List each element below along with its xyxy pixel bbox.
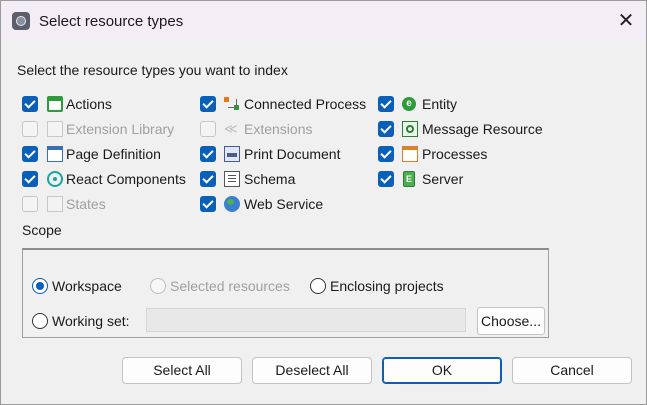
label-print-document: Print Document bbox=[244, 146, 341, 162]
checkbox-schema[interactable] bbox=[200, 171, 216, 187]
react-components-icon bbox=[47, 171, 63, 187]
checkbox-extension-library bbox=[22, 121, 38, 137]
extension-library-icon bbox=[47, 121, 63, 137]
processes-icon bbox=[402, 146, 418, 162]
enclosing-projects-radio[interactable] bbox=[310, 278, 326, 294]
label-react-components: React Components bbox=[66, 171, 186, 187]
workspace-label: Workspace bbox=[52, 278, 122, 294]
dialog-title: Select resource types bbox=[39, 13, 184, 30]
label-web-service: Web Service bbox=[244, 196, 324, 212]
label-extension-library: Extension Library bbox=[66, 121, 175, 137]
states-icon bbox=[47, 196, 63, 212]
checkbox-states bbox=[22, 196, 38, 212]
instruction-text: Select the resource types you want to in… bbox=[17, 62, 288, 78]
connected-process-icon bbox=[224, 96, 240, 112]
checkbox-web-service[interactable] bbox=[200, 196, 216, 212]
workspace-radio[interactable] bbox=[32, 278, 48, 294]
close-icon[interactable]: ✕ bbox=[613, 8, 639, 34]
title-bar: Select resource types ✕ bbox=[1, 1, 646, 42]
label-schema: Schema bbox=[244, 171, 296, 187]
page-definition-icon bbox=[47, 146, 63, 162]
checkbox-react-components[interactable] bbox=[22, 171, 38, 187]
checkbox-actions[interactable] bbox=[22, 96, 38, 112]
message-resource-icon bbox=[402, 121, 418, 137]
label-entity: Entity bbox=[422, 96, 458, 112]
select-all-button[interactable]: Select All bbox=[122, 357, 242, 384]
checkbox-processes[interactable] bbox=[378, 146, 394, 162]
enclosing-projects-label: Enclosing projects bbox=[330, 278, 444, 294]
checkbox-connected-process[interactable] bbox=[200, 96, 216, 112]
select-resource-types-dialog: Select resource types ✕ Select the resou… bbox=[0, 0, 647, 405]
label-message-resource: Message Resource bbox=[422, 121, 543, 137]
label-extensions: Extensions bbox=[244, 121, 313, 137]
working-set-radio[interactable] bbox=[32, 313, 48, 329]
server-icon: E bbox=[403, 171, 415, 187]
working-set-field bbox=[146, 308, 466, 332]
print-document-icon bbox=[224, 146, 240, 162]
checkbox-server[interactable] bbox=[378, 171, 394, 187]
choose-button[interactable]: Choose... bbox=[477, 307, 545, 335]
label-processes: Processes bbox=[422, 146, 488, 162]
label-actions: Actions bbox=[66, 96, 112, 112]
schema-icon bbox=[224, 171, 240, 187]
actions-icon bbox=[47, 96, 63, 112]
cancel-button[interactable]: Cancel bbox=[512, 357, 632, 384]
label-states: States bbox=[66, 196, 106, 212]
checkbox-page-definition[interactable] bbox=[22, 146, 38, 162]
working-set-label: Working set: bbox=[52, 313, 130, 329]
deselect-all-button[interactable]: Deselect All bbox=[252, 357, 372, 384]
selected-resources-radio bbox=[150, 278, 166, 294]
selected-resources-label: Selected resources bbox=[170, 278, 290, 294]
extensions-icon: ≪ bbox=[224, 121, 238, 136]
web-service-icon bbox=[224, 196, 240, 212]
scope-label: Scope bbox=[22, 222, 62, 238]
checkbox-extensions bbox=[200, 121, 216, 137]
checkbox-entity[interactable] bbox=[378, 96, 394, 112]
app-icon bbox=[12, 12, 30, 30]
entity-icon: e bbox=[402, 97, 416, 111]
label-page-definition: Page Definition bbox=[66, 146, 161, 162]
ok-button[interactable]: OK bbox=[382, 357, 502, 384]
checkbox-message-resource[interactable] bbox=[378, 121, 394, 137]
checkbox-print-document[interactable] bbox=[200, 146, 216, 162]
label-server: Server bbox=[422, 171, 464, 187]
label-connected-process: Connected Process bbox=[244, 96, 367, 112]
